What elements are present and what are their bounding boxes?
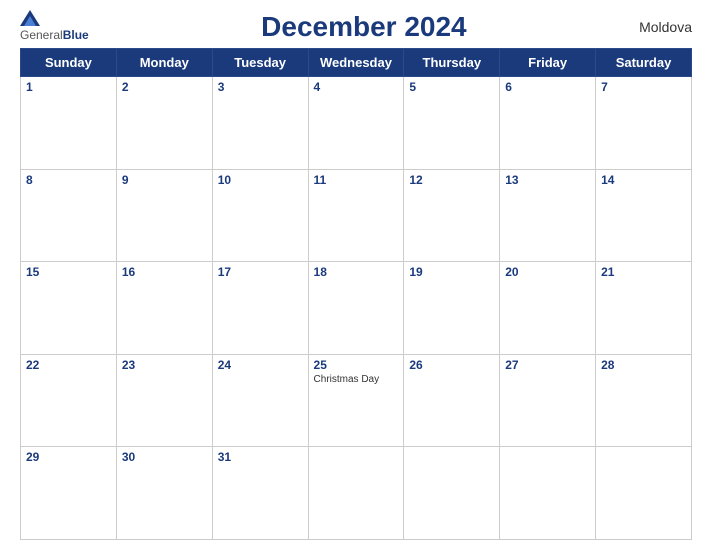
calendar-cell: 19 bbox=[404, 262, 500, 355]
calendar-cell bbox=[500, 447, 596, 540]
day-number: 13 bbox=[505, 173, 590, 187]
calendar-cell: 1 bbox=[21, 77, 117, 170]
calendar-cell: 22 bbox=[21, 354, 117, 447]
calendar-table: Sunday Monday Tuesday Wednesday Thursday… bbox=[20, 48, 692, 540]
calendar-week-row-3: 22 23 24 25 Christmas Day 26 27 28 bbox=[21, 354, 692, 447]
day-number: 15 bbox=[26, 265, 111, 279]
day-number: 31 bbox=[218, 450, 303, 464]
calendar-week-row-2: 15 16 17 18 19 20 21 bbox=[21, 262, 692, 355]
calendar-cell: 26 bbox=[404, 354, 500, 447]
logo: GeneralBlue bbox=[20, 10, 89, 44]
calendar-cell: 4 bbox=[308, 77, 404, 170]
header-monday: Monday bbox=[116, 49, 212, 77]
calendar-cell: 28 bbox=[596, 354, 692, 447]
calendar-cell: 10 bbox=[212, 169, 308, 262]
header-wednesday: Wednesday bbox=[308, 49, 404, 77]
calendar-cell: 23 bbox=[116, 354, 212, 447]
day-number: 8 bbox=[26, 173, 111, 187]
calendar-cell: 12 bbox=[404, 169, 500, 262]
calendar-cell: 25 Christmas Day bbox=[308, 354, 404, 447]
day-number: 23 bbox=[122, 358, 207, 372]
calendar-cell: 24 bbox=[212, 354, 308, 447]
calendar-cell: 8 bbox=[21, 169, 117, 262]
day-number: 6 bbox=[505, 80, 590, 94]
day-number: 22 bbox=[26, 358, 111, 372]
calendar-cell: 27 bbox=[500, 354, 596, 447]
day-number: 24 bbox=[218, 358, 303, 372]
calendar-cell: 16 bbox=[116, 262, 212, 355]
day-number: 16 bbox=[122, 265, 207, 279]
day-number: 25 bbox=[314, 358, 399, 372]
calendar-cell: 17 bbox=[212, 262, 308, 355]
day-number: 2 bbox=[122, 80, 207, 94]
day-number: 28 bbox=[601, 358, 686, 372]
day-number: 4 bbox=[314, 80, 399, 94]
day-number: 21 bbox=[601, 265, 686, 279]
day-number: 27 bbox=[505, 358, 590, 372]
calendar-title: December 2024 bbox=[261, 11, 466, 43]
weekday-header-row: Sunday Monday Tuesday Wednesday Thursday… bbox=[21, 49, 692, 77]
calendar-cell: 21 bbox=[596, 262, 692, 355]
calendar-cell bbox=[308, 447, 404, 540]
holiday-label: Christmas Day bbox=[314, 374, 399, 385]
calendar-cell bbox=[596, 447, 692, 540]
header-friday: Friday bbox=[500, 49, 596, 77]
header-thursday: Thursday bbox=[404, 49, 500, 77]
day-number: 1 bbox=[26, 80, 111, 94]
day-number: 20 bbox=[505, 265, 590, 279]
calendar-week-row-4: 29 30 31 bbox=[21, 447, 692, 540]
calendar-cell bbox=[404, 447, 500, 540]
calendar-cell: 13 bbox=[500, 169, 596, 262]
calendar-cell: 11 bbox=[308, 169, 404, 262]
calendar-cell: 6 bbox=[500, 77, 596, 170]
logo-blue-text: Blue bbox=[63, 28, 89, 42]
day-number: 7 bbox=[601, 80, 686, 94]
calendar-cell: 31 bbox=[212, 447, 308, 540]
day-number: 12 bbox=[409, 173, 494, 187]
calendar-body: 1234567891011121314151617181920212223242… bbox=[21, 77, 692, 540]
country-label: Moldova bbox=[639, 19, 692, 35]
day-number: 17 bbox=[218, 265, 303, 279]
day-number: 10 bbox=[218, 173, 303, 187]
day-number: 11 bbox=[314, 173, 399, 187]
day-number: 5 bbox=[409, 80, 494, 94]
day-number: 18 bbox=[314, 265, 399, 279]
calendar-cell: 20 bbox=[500, 262, 596, 355]
day-number: 29 bbox=[26, 450, 111, 464]
calendar-cell: 30 bbox=[116, 447, 212, 540]
day-number: 14 bbox=[601, 173, 686, 187]
day-number: 19 bbox=[409, 265, 494, 279]
header-tuesday: Tuesday bbox=[212, 49, 308, 77]
day-number: 30 bbox=[122, 450, 207, 464]
calendar-cell: 15 bbox=[21, 262, 117, 355]
day-number: 26 bbox=[409, 358, 494, 372]
logo-general-text: General bbox=[20, 28, 63, 42]
calendar-cell: 2 bbox=[116, 77, 212, 170]
logo-icon bbox=[20, 10, 40, 26]
calendar-cell: 29 bbox=[21, 447, 117, 540]
header-saturday: Saturday bbox=[596, 49, 692, 77]
calendar-cell: 18 bbox=[308, 262, 404, 355]
calendar-week-row-0: 1234567 bbox=[21, 77, 692, 170]
calendar-cell: 3 bbox=[212, 77, 308, 170]
calendar-header: GeneralBlue December 2024 Moldova bbox=[20, 10, 692, 44]
calendar-cell: 9 bbox=[116, 169, 212, 262]
calendar-week-row-1: 89 10 11 12 13 14 bbox=[21, 169, 692, 262]
calendar-cell: 5 bbox=[404, 77, 500, 170]
day-number: 9 bbox=[122, 173, 207, 187]
calendar-cell: 14 bbox=[596, 169, 692, 262]
day-number: 3 bbox=[218, 80, 303, 94]
calendar-cell: 7 bbox=[596, 77, 692, 170]
header-sunday: Sunday bbox=[21, 49, 117, 77]
